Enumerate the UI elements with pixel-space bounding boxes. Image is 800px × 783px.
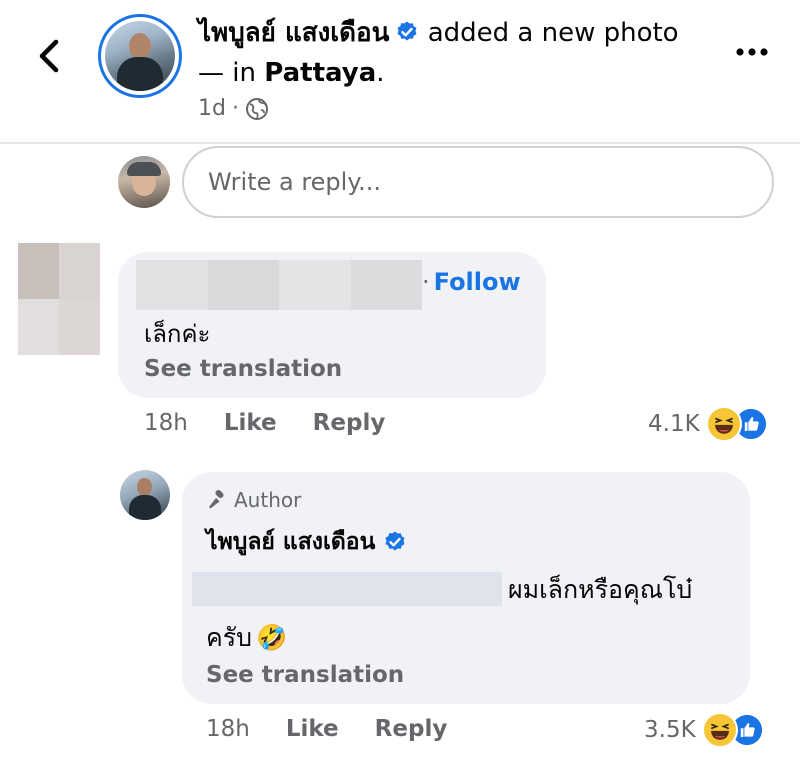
see-translation-link[interactable]: See translation [144,356,342,382]
comment-text: เล็กค่ะ [144,320,211,348]
more-dots-icon[interactable] [734,40,770,64]
post-location[interactable]: Pattaya [264,58,376,88]
header-divider [0,142,800,144]
author-badge: Author [206,488,301,512]
post-meta: 1d · [198,96,269,121]
like-button[interactable]: Like [286,716,339,742]
post-comments-screen: ไพบูลย์ แสงเดือน added a new photo — in … [0,0,800,783]
mention-blurred[interactable] [192,572,502,606]
reply-text-line1: ผมเล็กหรือคุณโบ๋ [508,575,693,604]
chevron-left-icon[interactable] [34,36,64,76]
reaction-count: 4.1K [648,411,700,437]
comment-time: 18h [144,410,188,436]
reply-button[interactable]: Reply [375,716,448,742]
reaction-summary[interactable]: 4.1K [648,406,770,442]
post-time: 1d [198,96,226,121]
reply-input[interactable]: Write a reply... [182,146,774,218]
commenter-avatar-blurred[interactable] [18,243,100,355]
post-author-avatar[interactable] [98,14,182,98]
reaction-summary[interactable]: 3.5K [644,712,766,748]
like-button[interactable]: Like [224,410,277,436]
reply-text-line2-text: ครับ [206,623,253,652]
see-translation-link[interactable]: See translation [206,662,404,688]
post-header-title: ไพบูลย์ แสงเดือน added a new photo — in … [198,13,698,93]
follow-button[interactable]: · Follow [422,268,521,296]
reply-input-placeholder: Write a reply... [208,168,382,196]
comment-bubble: · Follow เล็กค่ะ See translation [118,252,546,398]
author-reply-bubble: Author ไพบูลย์ แสงเดือน ผมเล็กหรือคุณโบ๋… [182,472,750,704]
reply-author-name[interactable]: ไพบูลย์ แสงเดือน [206,524,407,560]
reply-actions: 18h Like Reply [206,716,483,742]
author-reply-avatar[interactable] [120,470,170,520]
follow-label: Follow [433,268,521,296]
reaction-count: 3.5K [644,717,696,743]
meta-separator: · [231,96,239,121]
verified-badge-icon [385,531,405,551]
reply-time: 18h [206,716,250,742]
post-author-name[interactable]: ไพบูลย์ แสงเดือน [198,18,389,48]
reply-button[interactable]: Reply [313,410,386,436]
follow-separator: · [422,268,430,296]
post-location-suffix: . [376,58,385,88]
verified-badge-icon [397,21,417,41]
microphone-icon [209,489,224,509]
comment-actions: 18h Like Reply [144,410,421,436]
current-user-avatar [118,156,170,208]
author-badge-label: Author [234,488,302,512]
reply-text-line2: ครับ 🤣 [206,618,287,658]
globe-icon [245,97,268,120]
reply-author-name-text: ไพบูลย์ แสงเดือน [206,529,376,555]
commenter-name-blurred[interactable] [136,260,422,310]
haha-icon [701,712,738,748]
haha-icon [705,406,742,442]
rofl-emoji: 🤣 [256,623,288,652]
